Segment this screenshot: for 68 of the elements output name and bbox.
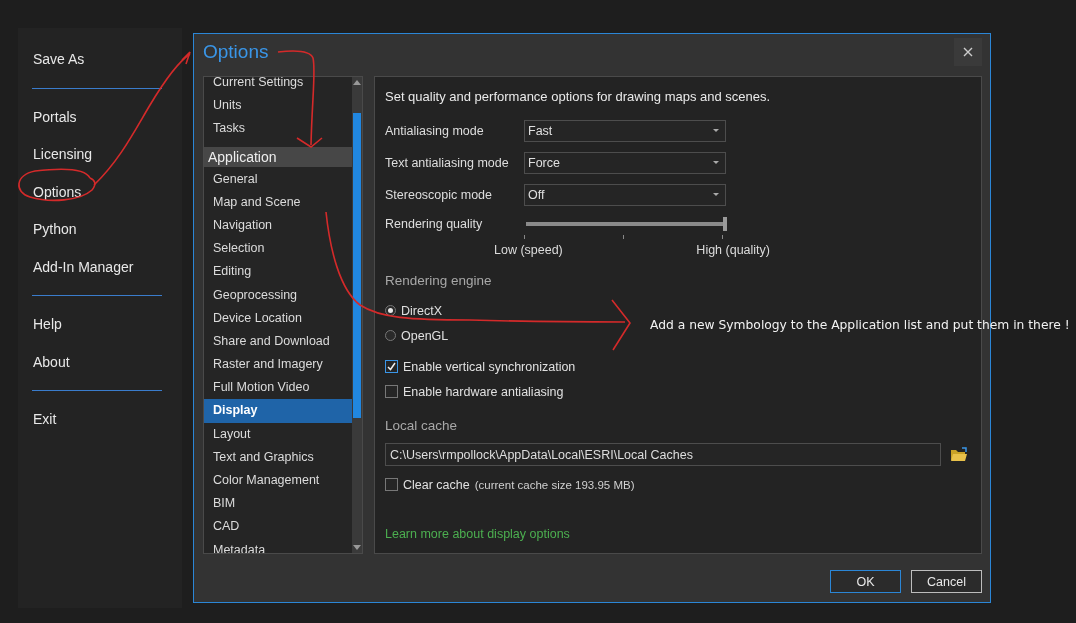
dropdown[interactable]: Off [524, 184, 726, 206]
slider-thumb[interactable] [723, 217, 727, 231]
dialog-button[interactable]: Cancel [911, 570, 982, 593]
list-item[interactable]: Navigation [204, 213, 352, 238]
checkbox[interactable] [385, 478, 398, 491]
menu-item[interactable]: Add-In Manager [33, 258, 134, 275]
dialog-title: Options [203, 41, 269, 63]
radio-button[interactable] [385, 330, 396, 341]
close-icon [963, 47, 973, 57]
list-item[interactable]: Display [204, 399, 352, 423]
list-item[interactable]: Layout [204, 422, 352, 446]
help-link[interactable]: Learn more about display options [385, 527, 570, 541]
radio-label: OpenGL [401, 328, 449, 343]
list-item[interactable]: Editing [204, 260, 352, 284]
radio-button[interactable] [385, 305, 396, 316]
cache-size-note: (current cache size 193.95 MB) [474, 478, 635, 491]
list-item[interactable]: Full Motion Video [204, 376, 352, 400]
list-item[interactable]: Share and Download [204, 329, 352, 354]
menu-item[interactable]: Options [33, 183, 82, 200]
menu-item[interactable]: Exit [33, 411, 57, 427]
list-item[interactable]: Geoprocessing [204, 283, 352, 307]
list-item[interactable]: Text and Graphics [204, 445, 352, 469]
menu-item[interactable]: Licensing [33, 146, 93, 162]
checkbox-label: Enable hardware antialiasing [403, 384, 564, 399]
list-item[interactable]: CAD [204, 515, 352, 539]
checkbox[interactable] [385, 360, 398, 373]
dropdown[interactable]: Force [524, 152, 726, 174]
section-title: Local cache [385, 418, 459, 433]
list-item[interactable]: Metadata [204, 538, 352, 553]
quality-slider[interactable] [524, 217, 727, 231]
checkbox-label: Clear cache [403, 477, 470, 492]
folder-icon[interactable] [950, 447, 968, 462]
scrollbar[interactable] [352, 77, 362, 553]
category-header[interactable]: Application [204, 146, 352, 167]
list-item[interactable]: Selection [204, 237, 352, 261]
menu-item[interactable]: Help [33, 316, 62, 332]
menu-item[interactable]: Save As [33, 51, 85, 67]
list-item[interactable]: Device Location [204, 306, 352, 330]
list-item[interactable]: Units [204, 94, 352, 118]
list-item[interactable]: Current Settings [204, 77, 352, 95]
list-item[interactable]: Tasks [204, 117, 352, 141]
dropdown-arrow-icon [713, 129, 719, 133]
section-title: Rendering engine [385, 273, 493, 288]
list-item[interactable]: BIM [204, 492, 352, 516]
radio-label: DirectX [401, 303, 442, 318]
field-label: Stereoscopic mode [385, 188, 493, 202]
list-item[interactable]: Color Management [204, 469, 352, 493]
dialog-button[interactable]: OK [830, 570, 901, 593]
field-label: Text antialiasing mode [385, 156, 510, 170]
dropdown[interactable]: Fast [524, 120, 726, 142]
field-label: Antialiasing mode [385, 124, 485, 138]
list-item[interactable]: Map and Scene [204, 190, 352, 214]
cache-path-field[interactable]: C:\Users\rmpollock\AppData\Local\ESRI\Local Caches [385, 443, 941, 466]
menu-item[interactable]: Python [33, 221, 77, 237]
close-button[interactable] [954, 38, 982, 66]
menu-item[interactable]: Portals [33, 108, 77, 125]
slider-min-label: Low (speed) [494, 243, 563, 257]
dropdown-arrow-icon [713, 193, 719, 197]
field-label: Rendering quality [385, 217, 484, 231]
list-item[interactable]: General [204, 167, 352, 191]
slider-max-label: High (quality) [696, 243, 770, 257]
checkbox[interactable] [385, 385, 398, 398]
panel-heading: Set quality and performance options for drawing maps and scenes. [385, 89, 772, 104]
checkbox-label: Enable vertical synchronization [403, 359, 576, 374]
scroll-thumb[interactable] [353, 113, 361, 418]
list-item[interactable]: Raster and Imagery [204, 353, 352, 377]
dropdown-arrow-icon [713, 161, 719, 165]
menu-item[interactable]: About [33, 353, 70, 370]
